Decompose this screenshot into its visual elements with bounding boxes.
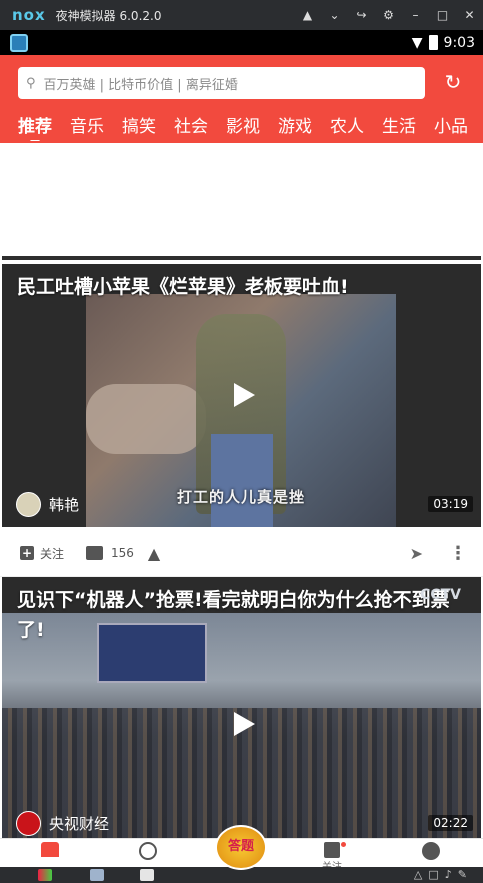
gear-icon[interactable]: ⚙ [375, 8, 402, 22]
emulator-title: 夜神模拟器 6.0.2.0 [55, 8, 162, 23]
author[interactable]: 韩艳 [16, 492, 79, 517]
app-shortcut-icon[interactable] [90, 869, 104, 881]
promo-button[interactable]: 答题 [215, 825, 267, 870]
thumbs-up-icon[interactable]: ▲ [148, 544, 160, 563]
play-icon[interactable] [234, 383, 255, 407]
video-title: 见识下“机器人”抢票!看完就明白你为什么抢不到票了! [17, 589, 450, 641]
tab-life[interactable]: 生活 [382, 112, 416, 137]
video-card[interactable]: 见识下“机器人”抢票!看完就明白你为什么抢不到票了! CCTV 央视财经 02:… [2, 577, 481, 838]
emulator-title-bar: nox 夜神模拟器 6.0.2.0 ▲ ⌄ ↪ ⚙ – □ ✕ [0, 0, 483, 30]
video-duration: 02:22 [428, 815, 473, 831]
comment-button[interactable]: 156 [86, 546, 134, 560]
video-feed: 民工吐槽小苹果《烂苹果》老板要吐血! 打工的人儿真是挫 韩艳 03:19 + 关… [0, 143, 483, 838]
notification-dot [341, 842, 346, 847]
more-icon[interactable]: ⋮ [449, 543, 467, 564]
add-square-icon [324, 842, 340, 858]
follow-label: 关注 [40, 546, 65, 561]
comment-count: 156 [111, 546, 134, 560]
wifi-icon: ▼ [411, 34, 423, 51]
search-placeholder: 百万英雄 | 比特币价值 | 离异征婚 [43, 77, 238, 93]
maximize-icon[interactable]: □ [429, 8, 456, 22]
emulator-window: nox 夜神模拟器 6.0.2.0 ▲ ⌄ ↪ ⚙ – □ ✕ ▼ 9:03 ⚲… [0, 0, 483, 883]
tab-film[interactable]: 影视 [226, 112, 260, 137]
pin-icon[interactable]: ↪ [348, 8, 375, 22]
cctv-watermark: CCTV [420, 587, 461, 603]
author-name: 韩艳 [49, 496, 80, 514]
tab-funny[interactable]: 搞笑 [122, 112, 156, 137]
card-actions: + 关注 156 ▲ ➤ ⋮ [0, 530, 483, 577]
system-tray-icons[interactable]: △□♪✎ [414, 868, 473, 881]
tab-music[interactable]: 音乐 [70, 112, 104, 137]
close-icon[interactable]: ✕ [456, 8, 483, 22]
play-circle-icon [139, 842, 157, 860]
battery-icon [428, 35, 438, 50]
play-icon[interactable] [234, 712, 255, 736]
nox-logo: nox [12, 6, 46, 24]
user-icon [422, 842, 440, 860]
app-notification-icon [10, 33, 28, 52]
home-icon [41, 842, 59, 857]
author[interactable]: 央视财经 [16, 811, 109, 836]
video-subtitle: 打工的人儿真是挫 [177, 488, 306, 506]
video-duration: 03:19 [428, 496, 473, 512]
author-name: 央视财经 [49, 815, 110, 833]
chevron-down-icon[interactable]: ⌄ [321, 8, 348, 22]
tab-society[interactable]: 社会 [174, 112, 208, 137]
app-shortcut-icon[interactable] [140, 869, 154, 881]
plus-icon: + [20, 546, 34, 560]
comment-icon [86, 546, 104, 560]
avatar [16, 492, 41, 517]
follow-button[interactable]: + 关注 [20, 545, 64, 562]
tab-games[interactable]: 游戏 [278, 112, 312, 137]
search-bar[interactable]: ⚲ 百万英雄 | 比特币价值 | 离异征婚 [18, 67, 425, 99]
share-icon[interactable]: ➤ [410, 544, 423, 563]
tab-recommend[interactable]: 推荐 [18, 112, 52, 141]
avatar [16, 811, 41, 836]
history-icon[interactable]: ↻ [441, 70, 465, 94]
minimize-icon[interactable]: – [402, 8, 429, 22]
status-time: 9:03 [443, 34, 475, 51]
nav-home[interactable]: 首页 [30, 842, 70, 868]
bottom-navigation: 首页 视频 答题 关注 我的 [0, 825, 483, 873]
tab-farmers[interactable]: 农人 [330, 112, 364, 137]
android-status-bar: ▼ 9:03 [0, 30, 483, 55]
video-title: 民工吐槽小苹果《烂苹果》老板要吐血! [17, 276, 349, 298]
category-tabs: 推荐 音乐 搞笑 社会 影视 游戏 农人 生活 小品 [0, 107, 483, 141]
shirt-icon[interactable]: ▲ [294, 8, 321, 22]
tab-sketch[interactable]: 小品 [434, 112, 468, 137]
app-header: ⚲ 百万英雄 | 比特币价值 | 离异征婚 ↻ 推荐 音乐 搞笑 社会 影视 游… [0, 55, 483, 143]
blank-ad-slot [2, 143, 481, 260]
app-shortcut-icon[interactable] [38, 869, 52, 881]
video-card[interactable]: 民工吐槽小苹果《烂苹果》老板要吐血! 打工的人儿真是挫 韩艳 03:19 [2, 264, 481, 527]
search-icon: ⚲ [26, 75, 36, 91]
